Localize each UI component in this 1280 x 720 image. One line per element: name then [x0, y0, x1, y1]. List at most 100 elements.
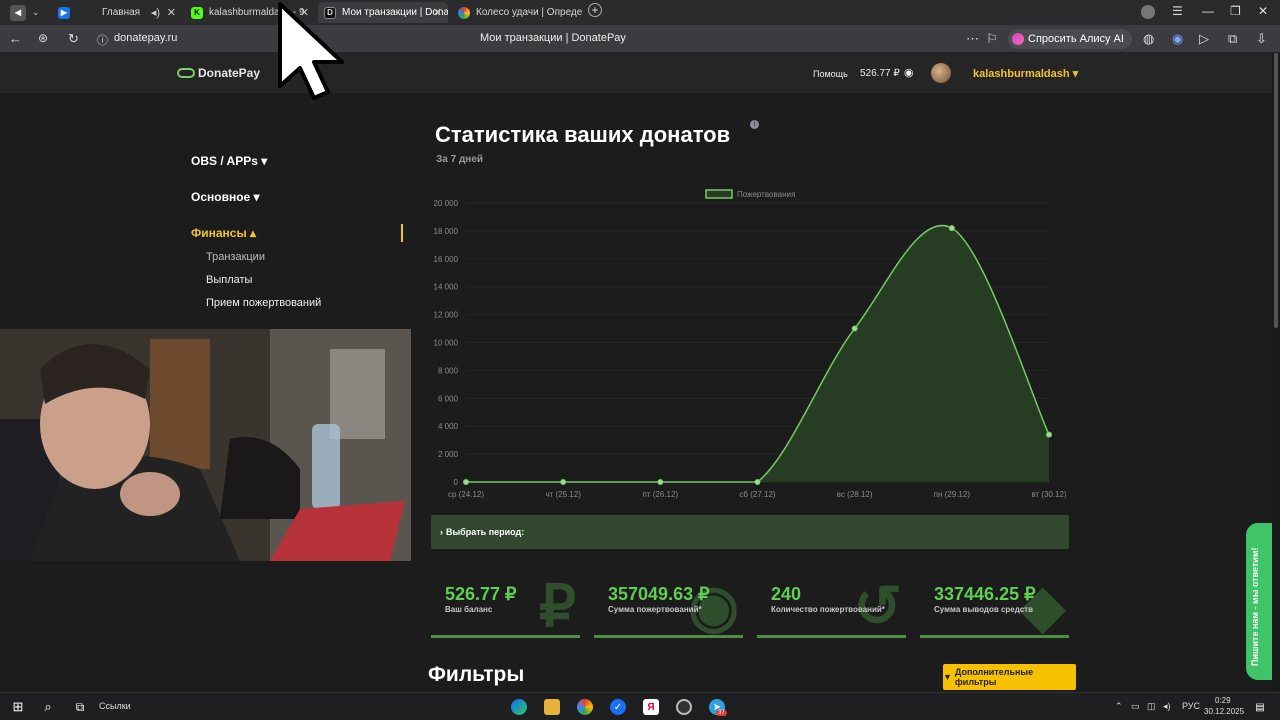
links-toolbar[interactable]: Ссылки — [99, 701, 131, 711]
extensions-icon[interactable]: ⧉ — [1228, 31, 1237, 47]
webcam-image — [0, 329, 411, 561]
back-icon[interactable]: ← — [9, 31, 22, 46]
stat-balance: ₽ 526.77 ₽ Ваш баланс — [431, 580, 580, 638]
obs-icon[interactable] — [676, 699, 692, 715]
close-window-icon[interactable]: ✕ — [1258, 4, 1268, 18]
stat-label: Ваш баланс — [445, 605, 493, 614]
data-point[interactable] — [1046, 431, 1052, 438]
data-point[interactable] — [463, 479, 469, 485]
y-tick-label: 4 000 — [438, 422, 459, 431]
data-point[interactable] — [657, 479, 664, 485]
tab-home[interactable]: ▶ Главная ◂) ✕ — [52, 2, 182, 23]
sidebar-item-transactions[interactable]: Транзакции — [206, 251, 265, 263]
ruble-icon: ₽ — [539, 580, 576, 638]
help-link[interactable]: Помощь — [813, 69, 848, 79]
check-app-icon[interactable]: ✓ — [610, 699, 626, 715]
globe-icon[interactable]: ◍ — [1143, 31, 1154, 47]
x-tick-label: чт (25.12) — [545, 490, 581, 499]
close-icon[interactable]: ✕ — [167, 6, 176, 19]
sidebar-item-finance[interactable]: Финансы ▴ — [191, 226, 256, 240]
x-tick-label: пн (29.12) — [934, 490, 971, 499]
language-indicator[interactable]: РУС — [1182, 701, 1200, 711]
minimize-icon[interactable]: — — [1202, 4, 1214, 18]
tray-device-icon[interactable]: ▭ — [1131, 701, 1140, 712]
windows-taskbar: ⊞ ⌕ ⧉ Ссылки ✓ Я ➤ 37 ⌃ ▭ ◫ ◂) РУС 0:29 … — [0, 692, 1280, 720]
media-icon[interactable]: ▷ — [1199, 31, 1209, 47]
eye-icon[interactable]: ◉ — [904, 66, 914, 79]
data-point[interactable] — [754, 479, 761, 485]
sidebar-item-obs[interactable]: OBS / APPs ▾ — [191, 154, 267, 168]
menu-icon[interactable]: ☰ — [1172, 4, 1183, 18]
notifications-icon[interactable]: ▤ — [1252, 699, 1268, 715]
username: kalashburmaldash — [973, 68, 1070, 80]
clock-date[interactable]: 30.12.2025 — [1204, 707, 1244, 716]
user-menu[interactable]: kalashburmaldash ▾ — [973, 67, 1078, 80]
info-icon[interactable]: i — [750, 120, 759, 129]
y-tick-label: 12 000 — [434, 311, 459, 320]
stat-value: 240 — [771, 584, 802, 604]
extra-filters-label: Дополнительные фильтры — [954, 667, 1034, 687]
page-title: Статистика ваших донатов — [435, 122, 731, 147]
scrollbar-thumb[interactable] — [1274, 53, 1278, 328]
network-icon[interactable]: ◫ — [1147, 701, 1156, 712]
speaker-icon[interactable]: ◂) — [151, 6, 160, 19]
more-icon[interactable]: ⋯ — [966, 31, 979, 47]
task-view-icon[interactable]: ⧉ — [72, 699, 88, 715]
downloads-icon[interactable]: ⇩ — [1256, 31, 1267, 47]
page-scrollbar[interactable] — [1272, 53, 1280, 692]
tray-chevron-icon[interactable]: ⌃ — [1115, 701, 1123, 712]
sidebar-item-payouts[interactable]: Выплаты — [206, 274, 252, 286]
kick-icon: K — [191, 6, 203, 19]
edge-icon[interactable] — [511, 699, 527, 715]
webcam-overlay — [0, 329, 411, 561]
close-icon[interactable]: ✕ — [433, 6, 442, 19]
legend-label[interactable]: Пожертвования — [737, 190, 795, 199]
stat-withdrawals: ◆ 337446.25 ₽ Сумма выводов средств — [920, 580, 1069, 638]
bookmark-icon[interactable]: ⚐ — [986, 31, 998, 47]
new-tab-button[interactable]: + — [588, 3, 602, 17]
avatar[interactable] — [931, 63, 951, 83]
reload-icon[interactable]: ↻ — [68, 31, 79, 47]
period-label: За 7 дней — [436, 154, 484, 165]
logo-text: DonatePay — [198, 66, 261, 80]
y-tick-label: 14 000 — [434, 283, 459, 292]
clock-time[interactable]: 0:29 — [1215, 696, 1231, 705]
profile-icon[interactable] — [1141, 5, 1155, 19]
x-tick-label: ср (24.12) — [448, 490, 484, 499]
tab-label: Главная — [102, 7, 141, 18]
chrome-icon[interactable] — [577, 699, 593, 715]
protect-icon[interactable]: ⊛ — [38, 31, 48, 45]
site-info-icon[interactable]: ⓘ — [97, 32, 108, 48]
filter-icon: ▼ — [943, 672, 952, 682]
data-point[interactable] — [948, 225, 955, 232]
windows-start-icon[interactable]: ⊞ — [10, 699, 26, 715]
translate-icon[interactable]: ◉ — [1172, 31, 1183, 47]
stat-value: 357049.63 ₽ — [608, 584, 710, 604]
tab-wheel[interactable]: Колесо удачи | Определи — [452, 2, 582, 23]
data-point[interactable] — [851, 325, 858, 332]
stat-value: 526.77 ₽ — [445, 584, 517, 604]
tab-menu-button[interactable]: ◀ ⌄ — [4, 2, 52, 23]
sidebar-item-main[interactable]: Основное ▾ — [191, 190, 260, 204]
stat-label: Количество пожертвований* — [771, 605, 885, 614]
chevron-right-icon: › — [440, 527, 443, 537]
wheel-icon — [458, 6, 470, 19]
browser-tab-bar: ◀ ⌄ ▶ Главная ◂) ✕ K kalashburmaldash - … — [0, 0, 1280, 25]
yandex-browser-icon[interactable]: Я — [643, 699, 659, 715]
url-field[interactable]: donatepay.ru — [114, 32, 177, 44]
donatepay-logo-icon — [177, 68, 195, 78]
volume-icon[interactable]: ◂) — [1163, 701, 1171, 712]
restore-icon[interactable]: ❐ — [1230, 4, 1241, 18]
sidebar-item-accept-donations[interactable]: Прием пожертвований — [206, 297, 321, 309]
legend-swatch[interactable] — [705, 189, 733, 199]
logo[interactable]: DonatePay — [177, 66, 260, 80]
ask-alice-button[interactable]: Спросить Алису AI — [1008, 29, 1132, 49]
extra-filters-button[interactable]: ▼ Дополнительные фильтры — [943, 664, 1076, 690]
x-tick-label: пт (26.12) — [643, 490, 679, 499]
search-icon[interactable]: ⌕ — [40, 699, 56, 715]
data-point[interactable] — [560, 479, 567, 485]
select-period-toggle[interactable]: › Выбрать период: — [431, 515, 1069, 549]
folder-icon[interactable] — [544, 699, 560, 715]
select-period-label: Выбрать период: — [446, 527, 525, 537]
stat-label: Сумма выводов средств — [934, 605, 1034, 614]
